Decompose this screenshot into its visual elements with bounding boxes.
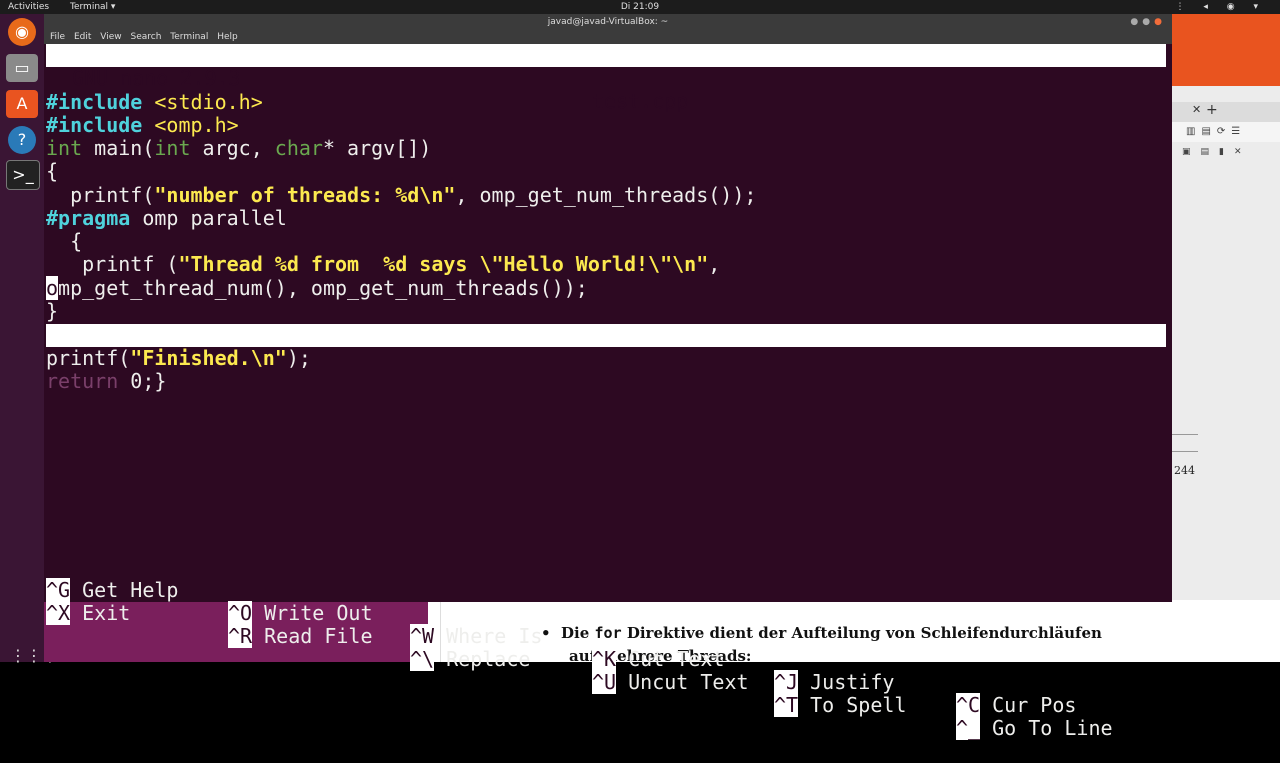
maximize-icon[interactable]: ●: [1142, 17, 1154, 27]
window-controls: ●●●: [1130, 17, 1166, 27]
shortcut-read-file[interactable]: ^R Read File: [228, 624, 385, 648]
shortcut-cur-pos[interactable]: ^C Cur Pos: [956, 693, 1076, 717]
menu-edit[interactable]: Edit: [74, 32, 91, 42]
shortcut-where-is[interactable]: ^W Where Is: [410, 624, 567, 648]
code-line-11: printf("Finished.\n");: [46, 347, 311, 370]
code-text: ,: [708, 252, 721, 276]
include-target: <stdio.h>: [154, 90, 263, 114]
background-toolbar-2: ▣▤▮✕: [1182, 147, 1252, 157]
shortcut-row-2: ^X Exit ^R Read File ^\ Replace ^U Uncut…: [46, 579, 1113, 740]
code-text: printf (: [46, 252, 179, 276]
code-line-7: {: [46, 229, 83, 253]
shortcut-exit[interactable]: ^X Exit: [46, 601, 203, 625]
code-line-4: {: [46, 159, 59, 183]
background-tab-bar: ✕ +: [1172, 102, 1280, 122]
table-lines: [1172, 434, 1198, 452]
close-tab-icon[interactable]: ✕: [1192, 103, 1201, 116]
background-viewer-window: ✕ + ▥▤⟳☰ ▣▤▮✕ 244: [1172, 14, 1280, 662]
dock: ◉ ▭ A ? >_ ⋮⋮⋮: [0, 14, 58, 665]
code-text: argc,: [190, 136, 275, 160]
code-line-2: #include <omp.h>: [46, 114, 239, 137]
bullet-text-b: Direktive dient der Aufteilung von Schle…: [621, 624, 1102, 642]
terminal-content[interactable]: GNU nano 2.9.3 test.cpp #include <stdio.…: [44, 44, 1172, 740]
firefox-icon[interactable]: ◉: [8, 18, 36, 46]
code-text: mp_get_thread_num(), omp_get_num_threads…: [58, 276, 588, 300]
system-tray[interactable]: ⋮ ◂ ◉ ▾: [1176, 0, 1266, 14]
nano-status-bar: [46, 324, 1166, 347]
new-tab-icon[interactable]: +: [1206, 102, 1218, 118]
type-keyword: int: [154, 136, 191, 160]
pragma-directive: #pragma: [46, 206, 131, 230]
minimize-icon[interactable]: ●: [1130, 17, 1142, 27]
top-bar: Activities Terminal ▾ Di 21:09 ⋮ ◂ ◉ ▾: [0, 0, 1280, 14]
bullet-code: for: [594, 624, 622, 642]
window-title: javad@javad-VirtualBox: ~: [547, 17, 669, 27]
code-line-10: }: [46, 299, 59, 323]
shortcut-go-to-line[interactable]: ^_ Go To Line: [956, 716, 1113, 740]
code-text: 0;}: [118, 369, 167, 393]
return-keyword: return: [46, 369, 119, 393]
clock[interactable]: Di 21:09: [0, 0, 1280, 14]
type-keyword: int: [46, 136, 83, 160]
include-directive: #include: [46, 113, 143, 137]
code-line-3: int main(int argc, char* argv[]): [46, 137, 431, 160]
string-literal: "Finished.\n": [130, 346, 287, 370]
code-line-1: #include <stdio.h>: [46, 91, 263, 114]
code-text: omp parallel: [130, 206, 287, 230]
code-text: printf(: [46, 346, 131, 370]
menu-view[interactable]: View: [100, 32, 121, 42]
include-target: <omp.h>: [154, 113, 239, 137]
shortcut-cut-text[interactable]: ^K Cut Text: [592, 647, 749, 671]
terminal-window: javad@javad-VirtualBox: ~ File Edit View…: [44, 14, 1172, 740]
code-line-5: printf("number of threads: %d\n", omp_ge…: [46, 184, 756, 207]
shortcut-row-1: ^G Get Help ^O Write Out ^W Where Is ^K …: [46, 556, 1076, 717]
code-text: );: [286, 346, 311, 370]
code-text: printf(: [46, 183, 155, 207]
close-icon[interactable]: ●: [1154, 17, 1166, 27]
files-icon[interactable]: ▭: [6, 54, 38, 82]
code-line-9: omp_get_thread_num(), omp_get_num_thread…: [46, 276, 588, 300]
help-icon[interactable]: ?: [8, 126, 36, 154]
menu-bar: File Edit View Search Terminal Help: [50, 32, 238, 42]
title-bar: javad@javad-VirtualBox: ~ File Edit View…: [44, 14, 1172, 44]
nano-header: GNU nano 2.9.3 test.cpp: [46, 44, 1166, 113]
menu-help[interactable]: Help: [217, 32, 238, 42]
page-number: 244: [1174, 464, 1195, 477]
terminal-icon[interactable]: >_: [6, 160, 40, 190]
shortcut-to-spell[interactable]: ^T To Spell: [774, 693, 931, 717]
code-text: main(: [82, 136, 155, 160]
background-toolbar: ▥▤⟳☰: [1172, 122, 1280, 142]
shortcut-justify[interactable]: ^J Justify: [774, 670, 931, 694]
menu-file[interactable]: File: [50, 32, 65, 42]
shortcut-write-out[interactable]: ^O Write Out: [228, 601, 385, 625]
code-text: , omp_get_num_threads());: [455, 183, 757, 207]
code-line-8: printf ("Thread %d from %d says \"Hello …: [46, 253, 720, 276]
include-directive: #include: [46, 90, 143, 114]
string-literal: "Thread %d from %d says \"Hello World!\"…: [178, 252, 709, 276]
nano-filename: test.cpp: [592, 89, 689, 113]
text-cursor: o: [46, 276, 59, 300]
code-line-6: #pragma omp parallel: [46, 207, 287, 230]
menu-search[interactable]: Search: [130, 32, 161, 42]
code-text: * argv[]): [322, 136, 432, 160]
shortcut-replace[interactable]: ^\ Replace: [410, 647, 567, 671]
nano-version: GNU nano 2.9.3: [72, 66, 241, 90]
code-line-12: return 0;}: [46, 370, 166, 393]
shortcut-uncut-text[interactable]: ^U Uncut Text: [592, 670, 749, 694]
string-literal: "number of threads: %d\n": [154, 183, 456, 207]
type-keyword: char: [274, 136, 323, 160]
software-center-icon[interactable]: A: [6, 90, 38, 118]
background-window-header: [1172, 14, 1280, 86]
menu-terminal[interactable]: Terminal: [170, 32, 208, 42]
